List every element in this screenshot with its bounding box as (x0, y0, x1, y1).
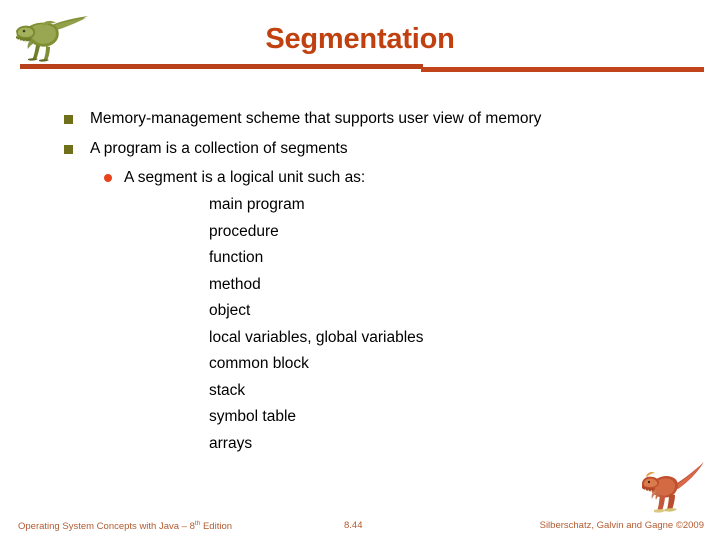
title-rule-right (421, 67, 704, 72)
sub-item: method (209, 275, 261, 293)
square-bullet-icon (64, 115, 73, 124)
slide-number: 8.44 (344, 520, 363, 531)
sub-item: stack (209, 381, 246, 399)
slide-header: Segmentation (0, 0, 720, 76)
slide-footer: Operating System Concepts with Java – 8t… (0, 518, 720, 538)
slide-content: Memory-management scheme that supports u… (0, 104, 720, 457)
sub-item: function (209, 249, 264, 266)
sub-item: common block (209, 355, 309, 372)
slide: Segmentation Memory-management scheme th… (0, 0, 720, 540)
dinosaur-red-icon (642, 462, 704, 513)
sub-item: main program (209, 196, 305, 213)
sub-item: object (209, 302, 251, 319)
footer-copyright: Silberschatz, Galvin and Gagne ©2009 (539, 520, 704, 531)
bullet-item-level1: A program is a collection of segments (0, 134, 720, 164)
bullet-item-level2: A segment is a logical unit such as: (0, 164, 720, 192)
sub-item: arrays (209, 434, 253, 452)
bullet-item-level1: Memory-management scheme that supports u… (0, 104, 720, 134)
sub-item: local variables, global variables (209, 328, 424, 346)
footer-book-title: Operating System Concepts with Java – 8 (18, 521, 195, 533)
sub-item: symbol table (209, 408, 297, 425)
square-bullet-icon (64, 145, 73, 154)
bullet-text: A program is a collection of segments (90, 140, 348, 157)
title-rule-left (20, 64, 423, 69)
bullet-text: Memory-management scheme that supports u… (90, 110, 542, 127)
bullet-text: A segment is a logical unit such as: (124, 169, 366, 186)
footer-edition-suffix: Edition (200, 521, 233, 533)
sub-item: procedure (209, 222, 279, 240)
page-title: Segmentation (265, 23, 455, 55)
dot-bullet-icon (104, 174, 112, 182)
footer-source-text: Operating System Concepts with Java – 8t… (18, 520, 232, 532)
